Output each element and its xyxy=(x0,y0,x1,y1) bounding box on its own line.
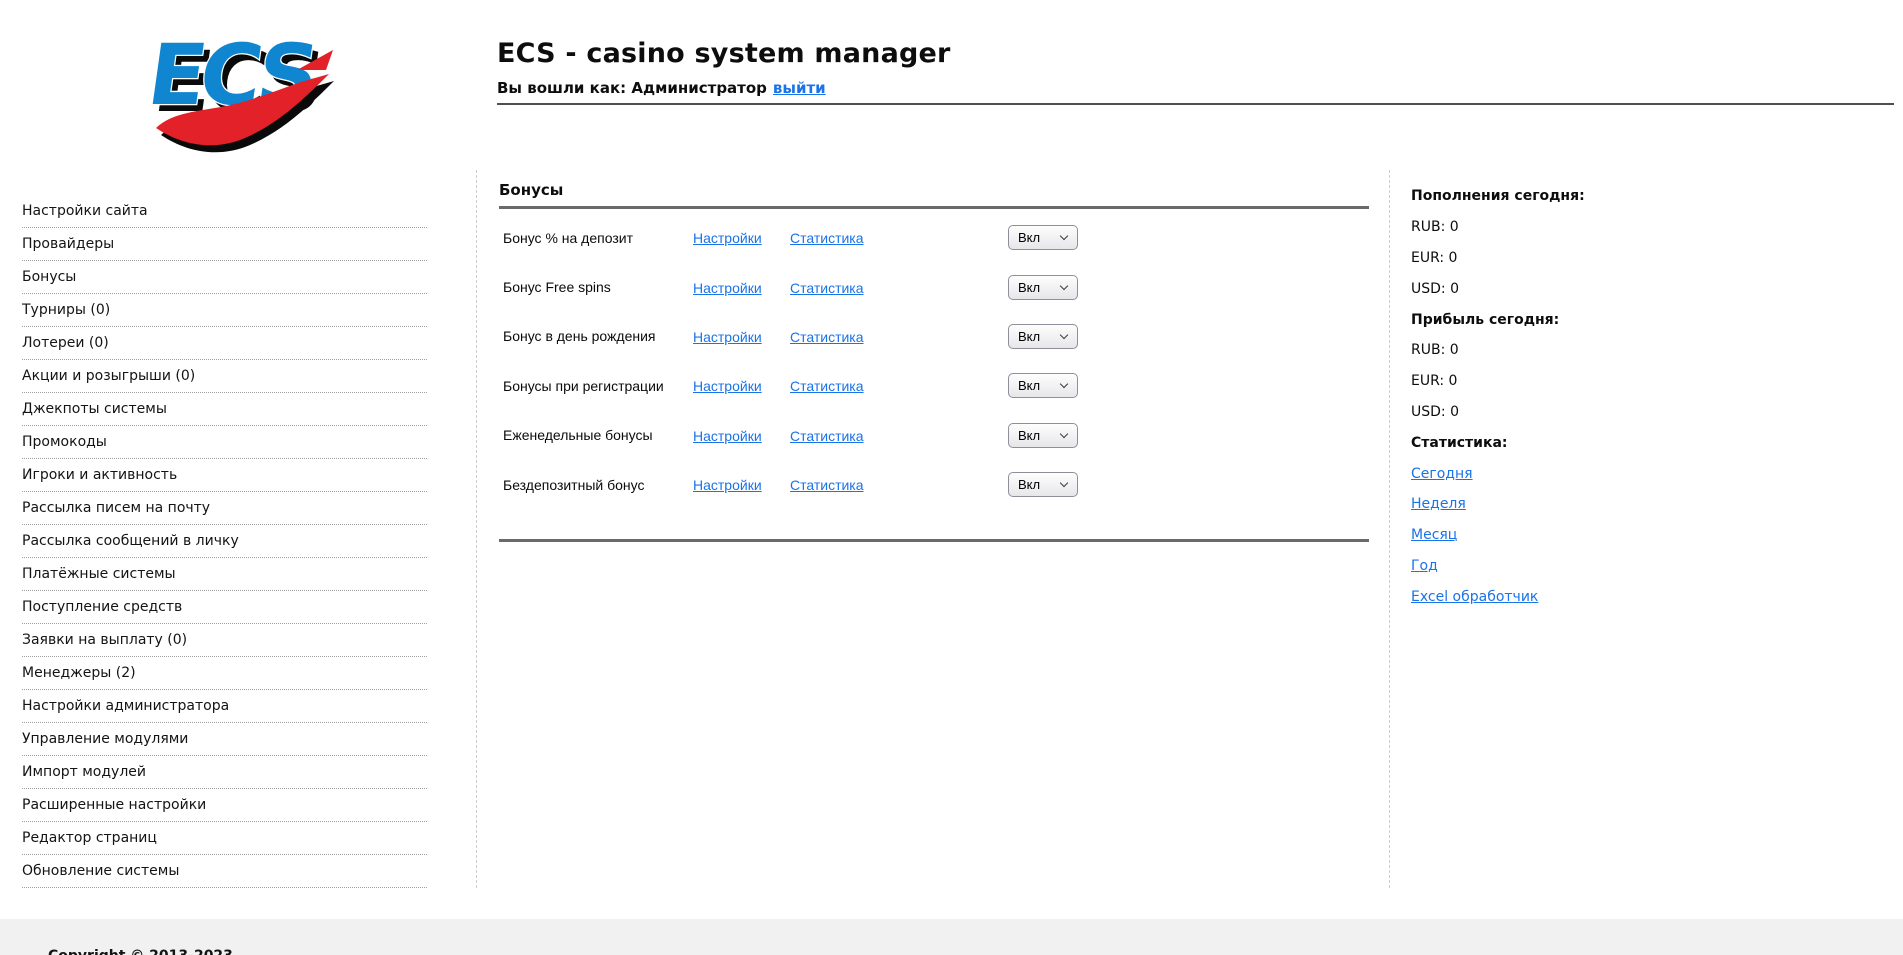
logout-link[interactable]: выйти xyxy=(773,79,826,97)
sidebar-item-pm-mailing[interactable]: Рассылка сообщений в личку xyxy=(22,525,427,558)
profit-usd-value: USD: 0 xyxy=(1411,397,1671,428)
statistics-link[interactable]: Статистика xyxy=(790,280,864,296)
deposits-usd-value: USD: 0 xyxy=(1411,273,1671,304)
bonus-row-no-deposit: Бездепозитный бонус Настройки Статистика… xyxy=(503,460,1163,509)
settings-link[interactable]: Настройки xyxy=(693,378,762,394)
bonus-row-deposit-percent: Бонус % на депозит Настройки Статистика … xyxy=(503,213,1163,262)
settings-link[interactable]: Настройки xyxy=(693,329,762,345)
bonus-toggle-select[interactable]: Вкл xyxy=(1008,472,1078,497)
statistics-heading: Статистика: xyxy=(1411,427,1671,458)
deposits-rub-value: RUB: 0 xyxy=(1411,212,1671,243)
bonus-row-free-spins: Бонус Free spins Настройки Статистика Вк… xyxy=(503,262,1163,311)
section-top-divider xyxy=(499,206,1369,209)
bonus-toggle-select[interactable]: Вкл xyxy=(1008,275,1078,300)
bonus-toggle-select[interactable]: Вкл xyxy=(1008,324,1078,349)
bonus-toggle-select[interactable]: Вкл xyxy=(1008,373,1078,398)
sidebar-item-promotions[interactable]: Акции и розыгрыши (0) xyxy=(22,360,427,393)
section-bottom-divider xyxy=(499,539,1369,542)
bonus-toggle-select[interactable]: Вкл xyxy=(1008,225,1078,250)
content-panel-divider xyxy=(1389,170,1390,888)
sidebar-item-incoming-funds[interactable]: Поступление средств xyxy=(22,591,427,624)
ecs-logo: ECS ECS xyxy=(135,12,337,154)
sidebar-item-players-activity[interactable]: Игроки и активность xyxy=(22,459,427,492)
chevron-down-icon xyxy=(1060,430,1068,438)
settings-link[interactable]: Настройки xyxy=(693,428,762,444)
bonus-label: Бонус % на депозит xyxy=(503,230,693,246)
page-title: ECS - casino system manager xyxy=(497,38,951,69)
stats-year-link[interactable]: Год xyxy=(1411,558,1438,574)
bonus-toggle-select[interactable]: Вкл xyxy=(1008,423,1078,448)
stats-excel-link[interactable]: Excel обработчик xyxy=(1411,589,1538,605)
footer: Copyright © 2013-2023 xyxy=(0,919,1903,955)
deposits-eur-value: EUR: 0 xyxy=(1411,243,1671,274)
sidebar-item-system-update[interactable]: Обновление системы xyxy=(22,855,427,888)
sidebar-menu: Настройки сайта Провайдеры Бонусы Турнир… xyxy=(22,195,427,888)
bonus-row-registration: Бонусы при регистрации Настройки Статист… xyxy=(503,361,1163,410)
chevron-down-icon xyxy=(1060,232,1068,240)
statistics-link[interactable]: Статистика xyxy=(790,378,864,394)
chevron-down-icon xyxy=(1060,331,1068,339)
deposits-today-heading: Пополнения сегодня: xyxy=(1411,181,1671,212)
statistics-link[interactable]: Статистика xyxy=(790,428,864,444)
section-title: Бонусы xyxy=(499,181,563,199)
sidebar-item-advanced-settings[interactable]: Расширенные настройки xyxy=(22,789,427,822)
sidebar-item-jackpots[interactable]: Джекпоты системы xyxy=(22,393,427,426)
sidebar-item-module-management[interactable]: Управление модулями xyxy=(22,723,427,756)
stats-month-link[interactable]: Месяц xyxy=(1411,527,1457,543)
bonus-label: Бонус в день рождения xyxy=(503,328,693,344)
login-status: Вы вошли как: Администратор выйти xyxy=(497,79,951,97)
sidebar-item-payment-systems[interactable]: Платёжные системы xyxy=(22,558,427,591)
settings-link[interactable]: Настройки xyxy=(693,230,762,246)
chevron-down-icon xyxy=(1060,380,1068,388)
sidebar-item-lotteries[interactable]: Лотереи (0) xyxy=(22,327,427,360)
bonus-label: Еженедельные бонусы xyxy=(503,427,693,443)
chevron-down-icon xyxy=(1060,479,1068,487)
bonus-row-birthday: Бонус в день рождения Настройки Статисти… xyxy=(503,312,1163,361)
bonus-list: Бонус % на депозит Настройки Статистика … xyxy=(503,213,1163,509)
stats-week-link[interactable]: Неделя xyxy=(1411,496,1466,512)
profit-eur-value: EUR: 0 xyxy=(1411,366,1671,397)
sidebar-item-page-editor[interactable]: Редактор страниц xyxy=(22,822,427,855)
statistics-link[interactable]: Статистика xyxy=(790,329,864,345)
sidebar-item-bonuses[interactable]: Бонусы xyxy=(22,261,427,294)
sidebar-item-admin-settings[interactable]: Настройки администратора xyxy=(22,690,427,723)
sidebar-item-payout-requests[interactable]: Заявки на выплату (0) xyxy=(22,624,427,657)
sidebar-item-tournaments[interactable]: Турниры (0) xyxy=(22,294,427,327)
settings-link[interactable]: Настройки xyxy=(693,477,762,493)
header-divider xyxy=(497,103,1894,105)
sidebar-item-site-settings[interactable]: Настройки сайта xyxy=(22,195,427,228)
sidebar-content-divider xyxy=(476,170,477,888)
copyright-text: Copyright © 2013-2023 xyxy=(48,948,233,955)
profit-rub-value: RUB: 0 xyxy=(1411,335,1671,366)
bonus-row-weekly: Еженедельные бонусы Настройки Статистика… xyxy=(503,411,1163,460)
sidebar-item-email-mailing[interactable]: Рассылка писем на почту xyxy=(22,492,427,525)
chevron-down-icon xyxy=(1060,281,1068,289)
sidebar-item-module-import[interactable]: Импорт модулей xyxy=(22,756,427,789)
stats-today-link[interactable]: Сегодня xyxy=(1411,466,1473,482)
bonus-label: Бездепозитный бонус xyxy=(503,477,693,493)
statistics-link[interactable]: Статистика xyxy=(790,477,864,493)
bonus-label: Бонусы при регистрации xyxy=(503,378,693,394)
profit-today-heading: Прибыль сегодня: xyxy=(1411,304,1671,335)
sidebar-item-promocodes[interactable]: Промокоды xyxy=(22,426,427,459)
page: ECS ECS ECS - casino system manager Вы в… xyxy=(0,0,1903,955)
login-status-text: Вы вошли как: Администратор xyxy=(497,79,767,97)
stats-panel: Пополнения сегодня: RUB: 0 EUR: 0 USD: 0… xyxy=(1411,181,1671,612)
statistics-link[interactable]: Статистика xyxy=(790,230,864,246)
sidebar-item-managers[interactable]: Менеджеры (2) xyxy=(22,657,427,690)
bonus-label: Бонус Free spins xyxy=(503,279,693,295)
sidebar-item-providers[interactable]: Провайдеры xyxy=(22,228,427,261)
settings-link[interactable]: Настройки xyxy=(693,280,762,296)
